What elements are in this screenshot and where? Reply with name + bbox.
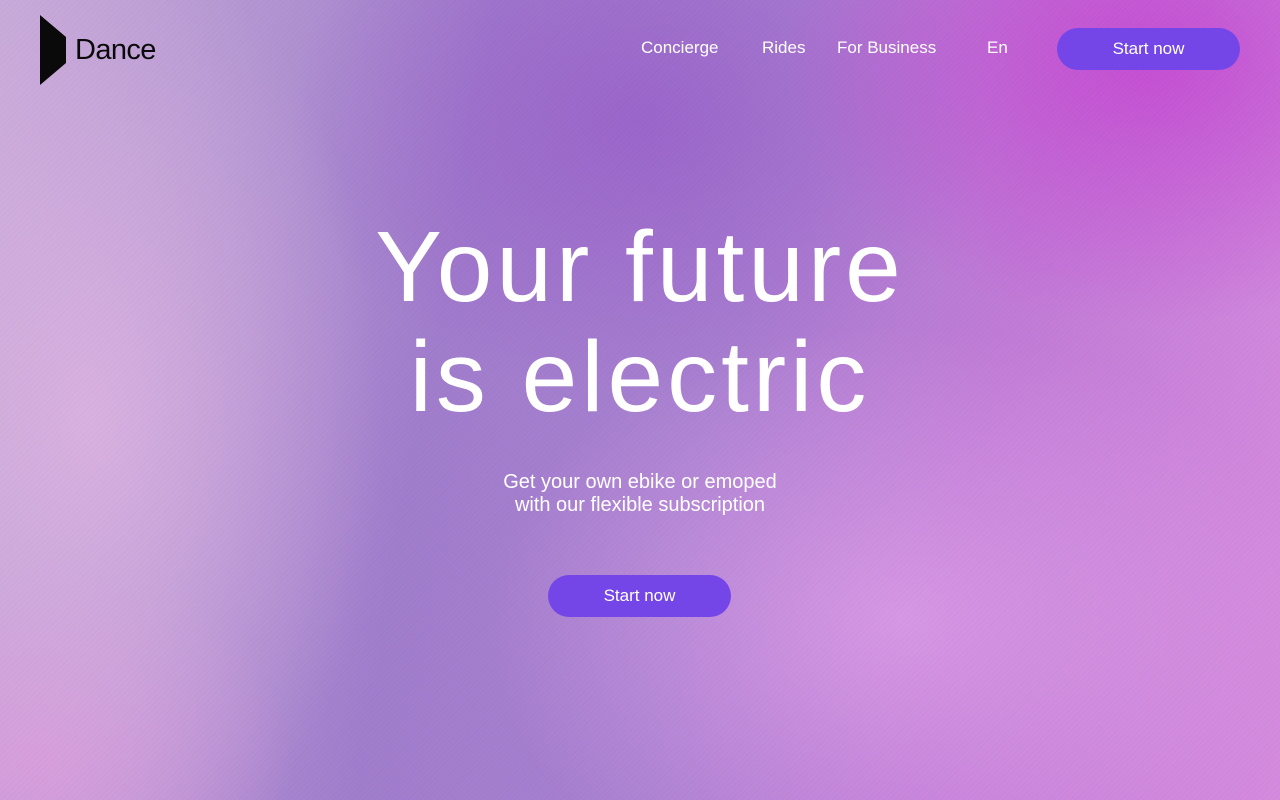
header-start-now-button[interactable]: Start now	[1057, 28, 1240, 70]
brand-logo[interactable]: Dance	[40, 15, 156, 85]
hero-subtitle-line-2: with our flexible subscription	[514, 494, 766, 516]
hero-start-now-button[interactable]: Start now	[548, 575, 731, 617]
hero-title-line-2: is electric	[409, 321, 871, 433]
language-selector[interactable]: En	[987, 37, 1008, 59]
nav-item-concierge[interactable]: Concierge	[641, 37, 719, 59]
hero-title-line-1: Your future	[375, 211, 905, 323]
hero-title: Your future is electric	[0, 212, 1280, 432]
nav-item-rides[interactable]: Rides	[762, 37, 805, 59]
brand-name: Dance	[75, 33, 156, 66]
nav-item-for-business[interactable]: For Business	[837, 37, 936, 59]
dance-logo-icon	[40, 15, 66, 85]
hero-subtitle: Get your own ebike or emoped with our fl…	[0, 471, 1280, 517]
hero-subtitle-line-1: Get your own ebike or emoped	[503, 471, 777, 493]
